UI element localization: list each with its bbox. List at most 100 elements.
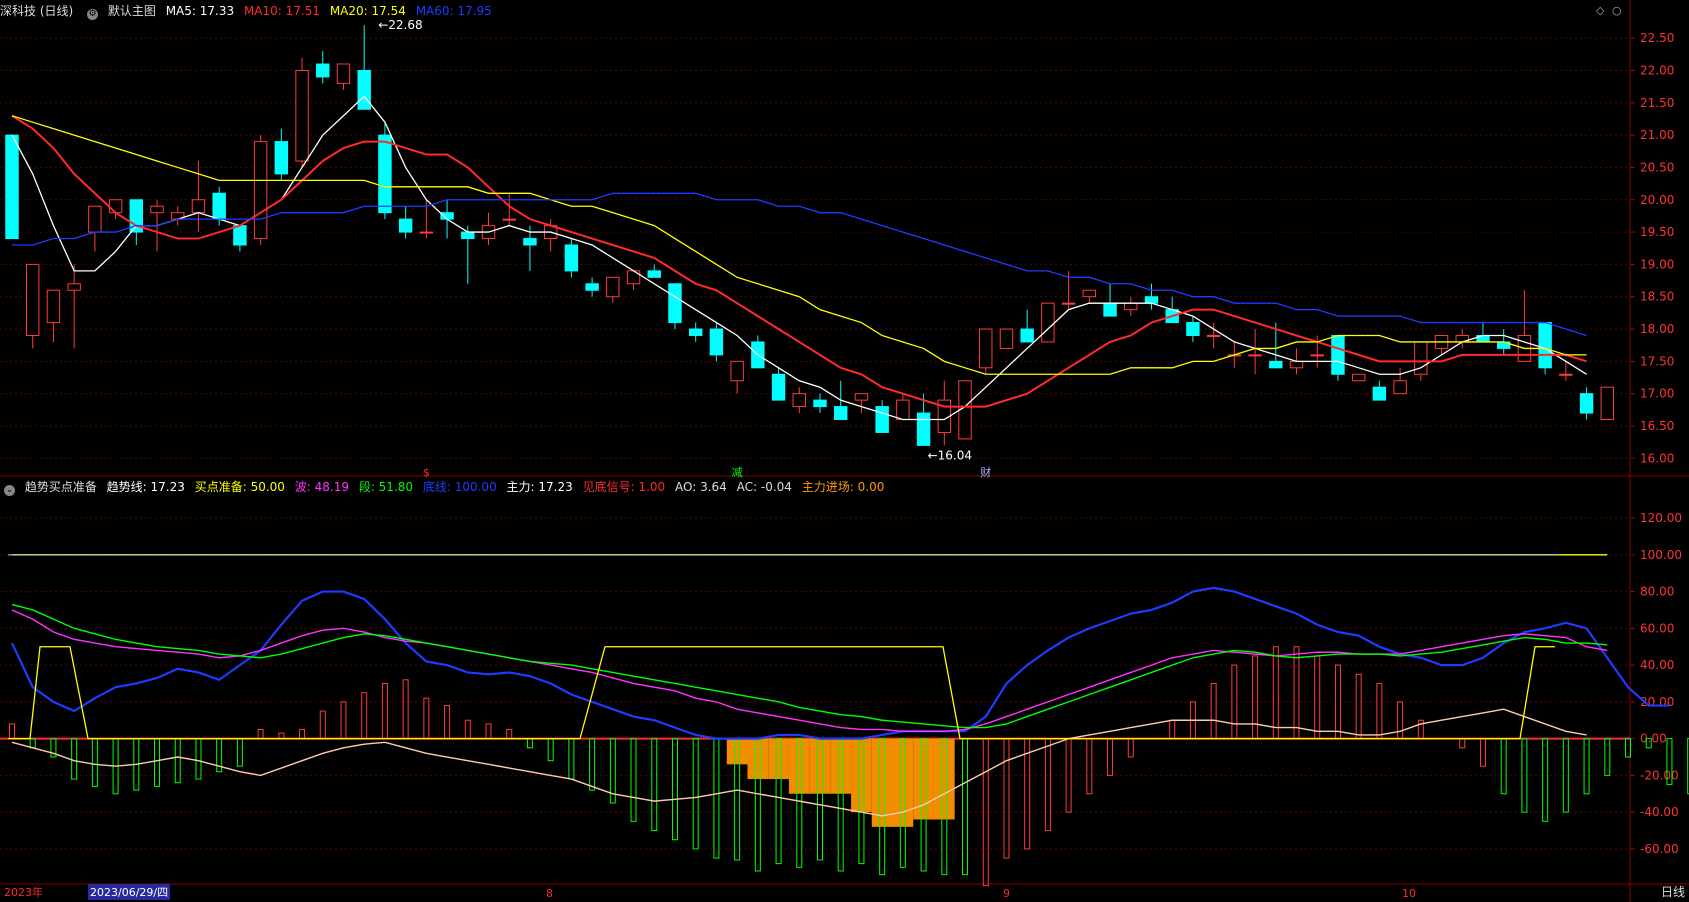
main-force-bar — [851, 738, 872, 813]
ma-line-ma20 — [11, 115, 1587, 375]
histogram-bar — [1542, 738, 1549, 822]
candle-body — [1020, 328, 1034, 343]
indicator-tick-label: 60.00 — [1640, 621, 1674, 635]
histogram-bar — [174, 738, 181, 784]
candle-body — [502, 218, 516, 221]
candle-body — [1206, 334, 1221, 337]
candle-body — [26, 263, 40, 336]
histogram-bar — [319, 710, 326, 740]
histogram-bar — [1293, 646, 1300, 740]
candle-body — [813, 399, 827, 408]
period-label[interactable]: 日线 — [1661, 883, 1685, 900]
candle-body — [1372, 386, 1387, 401]
main-force-bar — [788, 738, 810, 794]
candle-body — [585, 283, 599, 291]
settings-gear-icon[interactable]: ⚙ — [87, 9, 99, 20]
candle-body — [150, 205, 164, 214]
main-tick-label: 21.00 — [1640, 128, 1674, 142]
stock-title[interactable]: 深科技 (日线) — [0, 4, 73, 18]
histogram-bar — [651, 738, 658, 832]
candle-body — [357, 69, 371, 110]
histogram-bar — [630, 738, 637, 822]
histogram-bar — [568, 738, 575, 780]
candle-body — [1061, 302, 1076, 305]
indicator-item: 趋势线: 17.23 — [106, 480, 185, 494]
indicator-tick-label: 80.00 — [1640, 585, 1674, 599]
histogram-bar — [29, 738, 36, 749]
indicator-item: AC: -0.04 — [736, 480, 792, 494]
candle-body — [771, 373, 786, 401]
ma60-label: MA60: 17.95 — [415, 4, 492, 18]
main-tick-label: 18.00 — [1640, 322, 1674, 336]
main-force-bar — [726, 738, 748, 765]
indicator-name[interactable]: 趋势买点准备 — [25, 480, 97, 494]
candle-body — [1041, 302, 1055, 343]
indicator-tick-label: 0.00 — [1640, 732, 1667, 746]
candle-body — [108, 199, 123, 214]
histogram-bar — [9, 723, 15, 740]
candle-body — [46, 289, 61, 324]
main-force-bar — [768, 738, 789, 780]
indicator-header: ⌄ 趋势买点准备 趋势线: 17.23 买点准备: 50.00 波: 48.19… — [0, 478, 890, 496]
chart-name[interactable]: 默认主图 — [108, 4, 156, 18]
histogram-bar — [91, 738, 98, 787]
candle-body — [253, 141, 268, 240]
histogram-bar — [1272, 646, 1279, 740]
diamond-icon[interactable]: ◇ — [1596, 4, 1604, 17]
candle-body — [730, 360, 744, 382]
histogram-bar — [1583, 738, 1590, 795]
candle-body — [398, 218, 413, 233]
histogram-bar — [1169, 719, 1176, 740]
main-tick-label: 17.50 — [1640, 354, 1674, 368]
histogram-bar — [299, 728, 306, 740]
candle-body — [1331, 334, 1345, 375]
histogram-bar — [195, 738, 202, 780]
candle-body — [647, 270, 661, 278]
year-label: 2023年 — [4, 886, 43, 899]
candle-body — [792, 393, 806, 408]
selected-date: 2023/06/29/四 — [88, 884, 171, 900]
histogram-bar — [671, 738, 678, 841]
candle-body — [1269, 360, 1283, 369]
ma10-label: MA10: 17.51 — [243, 4, 320, 18]
histogram-bar — [1086, 738, 1093, 795]
main-tick-label: 22.00 — [1640, 63, 1674, 77]
main-tick-label: 21.50 — [1640, 96, 1674, 110]
indicator-item: 买点准备: 50.00 — [194, 480, 285, 494]
indicator-item: 见底信号: 1.00 — [582, 480, 666, 494]
candle-body — [709, 328, 724, 356]
candle-body — [1393, 380, 1407, 395]
candle-body — [191, 199, 206, 214]
candle-body — [564, 244, 579, 272]
indicator-item: 底线: 100.00 — [422, 480, 497, 494]
candle-body — [461, 231, 475, 240]
indicator-item: 主力进场: 0.00 — [801, 480, 885, 494]
histogram-bar — [589, 738, 596, 791]
histogram-bar — [1127, 738, 1134, 758]
histogram-bar — [340, 701, 347, 740]
candle-body — [1082, 289, 1097, 298]
histogram-bar — [1044, 738, 1051, 832]
histogram-bar — [1604, 738, 1611, 776]
event-marker: 财 — [980, 465, 991, 479]
candle-body — [896, 399, 910, 421]
histogram-bar — [402, 679, 409, 740]
month-label-9: 9 — [1003, 887, 1010, 900]
candle-body — [979, 328, 993, 369]
candle-body — [1579, 393, 1594, 414]
candle-body — [626, 270, 641, 285]
candle-body — [1248, 354, 1262, 357]
histogram-bar — [423, 697, 430, 740]
indicator-menu-icon[interactable]: ⌄ — [4, 485, 15, 496]
candle-body — [67, 283, 81, 291]
ma20-label: MA20: 17.54 — [329, 4, 406, 18]
circle-icon[interactable]: ○ — [1612, 4, 1622, 17]
ma5-label: MA5: 17.33 — [165, 4, 235, 18]
main-tick-label: 19.50 — [1640, 225, 1674, 239]
indicator-tick-label: -40.00 — [1640, 805, 1679, 819]
candle-body — [274, 141, 289, 175]
candle-body — [88, 205, 102, 233]
indicator-tick-label: 120.00 — [1640, 511, 1682, 525]
main-tick-label: 19.00 — [1640, 257, 1674, 271]
month-label-8: 8 — [546, 887, 553, 900]
